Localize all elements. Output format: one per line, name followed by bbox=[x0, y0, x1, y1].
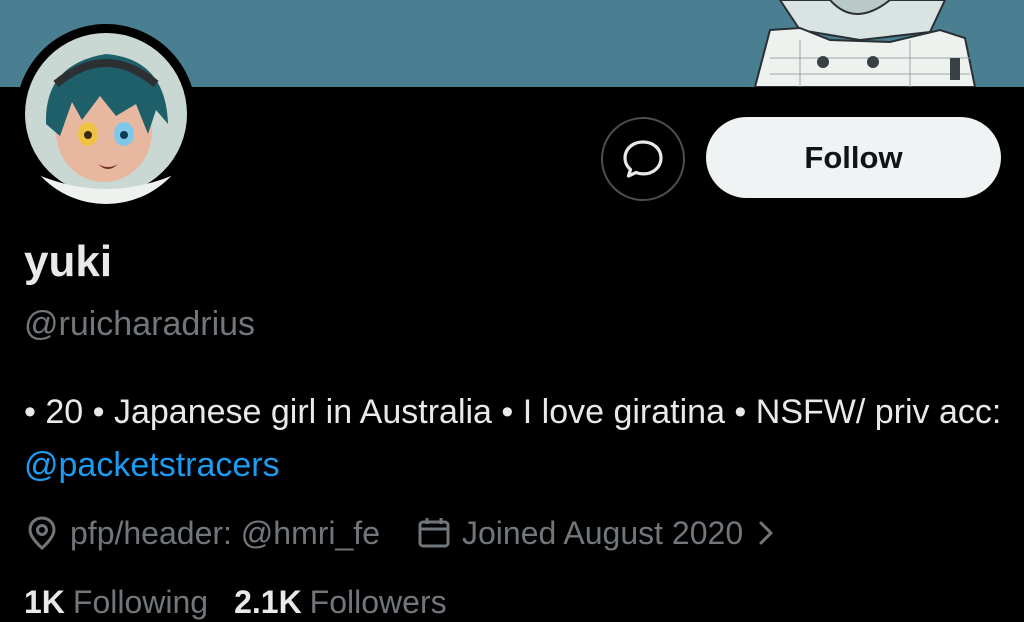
following-link[interactable]: 1K Following bbox=[24, 584, 208, 621]
joined-text: Joined August 2020 bbox=[461, 514, 744, 551]
followers-label: Followers bbox=[309, 584, 447, 620]
followers-count: 2.1K bbox=[234, 584, 302, 620]
bio-text: • 20 • Japanese girl in Australia • I lo… bbox=[24, 393, 1002, 431]
following-count: 1K bbox=[24, 584, 65, 620]
chevron-right-icon bbox=[759, 521, 773, 545]
followers-link[interactable]: 2.1K Followers bbox=[234, 584, 447, 621]
joined-item[interactable]: Joined August 2020 bbox=[416, 515, 785, 552]
display-name: yuki bbox=[24, 237, 113, 286]
avatar[interactable] bbox=[16, 24, 196, 204]
location-text: pfp/header: @hmri_fe bbox=[70, 514, 380, 551]
following-label: Following bbox=[72, 584, 209, 620]
message-button[interactable] bbox=[601, 117, 685, 201]
profile-stats: 1K Following 2.1K Followers bbox=[24, 584, 447, 621]
message-bubble-icon bbox=[623, 140, 663, 178]
profile-meta-row: pfp/header: @hmri_fe Joined August 2020 bbox=[24, 508, 785, 558]
profile-page: Follow yuki @ruicharadrius • 20 • Japane… bbox=[0, 0, 1024, 622]
profile-handle: @ruicharadrius bbox=[24, 305, 256, 343]
calendar-icon bbox=[418, 518, 450, 548]
bio-mention-link[interactable]: @packetstracers bbox=[24, 446, 280, 484]
location-item: pfp/header: @hmri_fe bbox=[24, 515, 380, 552]
location-pin-icon bbox=[28, 516, 56, 550]
header-illustration bbox=[753, 0, 977, 87]
follow-button[interactable]: Follow bbox=[706, 117, 1001, 198]
avatar-illustration bbox=[16, 24, 196, 204]
profile-bio: • 20 • Japanese girl in Australia • I lo… bbox=[24, 386, 1004, 492]
